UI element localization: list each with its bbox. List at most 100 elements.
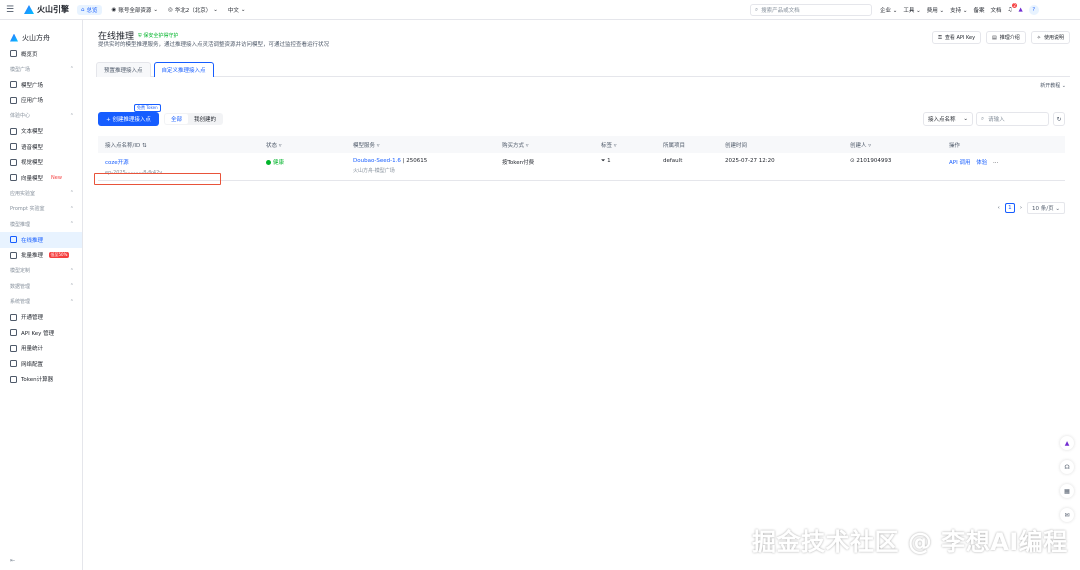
view-api-key-button[interactable]: ⚿ 查看 API Key xyxy=(932,31,982,44)
hamburger-menu-icon[interactable]: ☰ xyxy=(0,5,20,15)
sidebar-item[interactable]: 视觉模型 xyxy=(0,155,82,171)
try-link[interactable]: 体验 xyxy=(976,160,987,166)
sidebar-item-label: Token计算器 xyxy=(21,377,54,384)
tab-custom-endpoints[interactable]: 自定义推理接入点 xyxy=(153,62,214,77)
filter-search-input[interactable]: ⌕ 请输入 xyxy=(976,112,1049,126)
online-inference-icon xyxy=(10,236,17,244)
nav-link-support[interactable]: 支持 ⌄ xyxy=(950,6,967,14)
header-actions: ⚿ 查看 API Key ▤ 推理介绍 ✧ 使用说明 xyxy=(932,31,1070,44)
collapse-sidebar-icon[interactable]: ⇤ xyxy=(10,557,15,564)
region-selector[interactable]: ◎ 华北2（北京） ⌄ xyxy=(168,6,218,14)
table-toolbar: 免费 Token + 创建推理接入点 全部 我创建的 接入点名称 ⌄ ⌕ 请输入… xyxy=(98,104,1065,126)
endpoint-name-link[interactable]: coze开源 xyxy=(105,158,259,166)
sidebar-item[interactable]: 模型广场 xyxy=(0,77,82,93)
global-search-input[interactable]: ⌕ 搜索产品或文档 xyxy=(750,4,872,16)
column-header-model[interactable]: 模型服务 ▿ xyxy=(346,141,495,149)
nav-link-docs[interactable]: 文档 xyxy=(991,6,1002,14)
model-name-link[interactable]: Doubao-Seed-1.6 xyxy=(353,158,401,164)
create-endpoint-button[interactable]: + 创建推理接入点 xyxy=(98,112,159,126)
key-icon xyxy=(10,329,17,337)
check-circle-icon xyxy=(266,159,271,165)
column-label: 模型服务 xyxy=(353,142,376,149)
page-number[interactable]: 1 xyxy=(1004,203,1015,213)
next-page-icon[interactable]: › xyxy=(1020,205,1022,211)
column-header-actions: 操作 xyxy=(949,142,961,149)
home-button[interactable]: ⌂ 总览 xyxy=(77,4,102,15)
sidebar-item[interactable]: 批量推理 低至50% xyxy=(0,248,82,264)
chevron-down-icon: ⌄ xyxy=(153,6,158,13)
sidebar-item[interactable]: 网络配置 xyxy=(0,356,82,372)
batch-inference-icon xyxy=(10,251,17,259)
sidebar-item[interactable]: 文本模型 xyxy=(0,124,82,140)
volcengine-logo[interactable]: 火山引擎 xyxy=(24,4,69,15)
cell-status: 健康 xyxy=(259,158,346,166)
cell-creator: ⊙ 2101904993 xyxy=(843,158,942,164)
home-icon: ⌂ xyxy=(81,6,85,13)
button-label: 查看 API Key xyxy=(944,35,976,41)
sidebar-group-header[interactable]: 应用实验室 ⌃ xyxy=(0,186,82,202)
sidebar-group-header[interactable]: Prompt 实验室 ⌃ xyxy=(0,201,82,217)
inference-tabs: 预置推理接入点 自定义推理接入点 xyxy=(96,62,1070,77)
column-header-billing[interactable]: 购买方式 ▿ xyxy=(495,141,594,149)
inference-intro-button[interactable]: ▤ 推理介绍 xyxy=(986,31,1026,44)
cell-tags[interactable]: ⏷ 1 xyxy=(594,158,656,165)
assistant-icon[interactable]: ▲ xyxy=(1018,7,1022,13)
sidebar-group-header[interactable]: 系统管理 ⌃ xyxy=(0,294,82,310)
api-call-link[interactable]: API 调用 xyxy=(949,160,970,166)
nav-link-billing[interactable]: 费用 ⌄ xyxy=(927,6,944,14)
book-icon: ▤ xyxy=(992,34,997,41)
nav-link-tools[interactable]: 工具 ⌄ xyxy=(903,6,920,14)
sidebar-item[interactable]: 开通管理 xyxy=(0,310,82,326)
tag-icon: ⏷ xyxy=(601,158,606,164)
page-size-select[interactable]: 10 条/页 ⌄ xyxy=(1027,202,1065,214)
ai-assistant-icon[interactable]: ▲ xyxy=(1060,436,1074,450)
sidebar-item[interactable]: 概览页 xyxy=(0,46,82,62)
sidebar-item[interactable]: 应用广场 xyxy=(0,93,82,109)
prev-page-icon[interactable]: ‹ xyxy=(998,205,1000,211)
sidebar-group-header[interactable]: 模型广场 ⌃ xyxy=(0,62,82,78)
pagination: ‹ 1 › 10 条/页 ⌄ xyxy=(998,202,1065,214)
column-header-status[interactable]: 状态 ▿ xyxy=(259,141,346,149)
sidebar-brand[interactable]: 火山方舟 xyxy=(0,20,82,46)
sidebar-item[interactable]: API Key 管理 xyxy=(0,325,82,341)
usage-guide-button[interactable]: ✧ 使用说明 xyxy=(1030,31,1070,44)
language-selector[interactable]: 中文 ⌄ xyxy=(228,6,246,14)
nav-link-filing[interactable]: 备案 xyxy=(974,6,985,14)
feedback-icon[interactable]: ✉ xyxy=(1060,508,1074,522)
account-scope-selector[interactable]: ◉ 账号全部资源 ⌄ xyxy=(112,6,158,14)
filter-icon: ▿ xyxy=(868,142,872,149)
sidebar-item-label: 网络配置 xyxy=(21,361,44,368)
sidebar-group-header[interactable]: 数据管理 ⌃ xyxy=(0,279,82,295)
column-header-creator[interactable]: 创建人 ▿ xyxy=(843,141,942,149)
sidebar-item[interactable]: 在线推理 xyxy=(0,232,82,248)
sidebar-group-header[interactable]: 模型推理 ⌃ xyxy=(0,217,82,233)
search-icon: ⌕ xyxy=(755,6,759,13)
filter-all[interactable]: 全部 xyxy=(165,114,189,124)
user-avatar[interactable]: ? xyxy=(1028,5,1039,15)
more-actions-icon[interactable]: ··· xyxy=(993,160,998,166)
sidebar-group-header[interactable]: 模型定制 ⌃ xyxy=(0,263,82,279)
sidebar-item-tag: New xyxy=(51,174,62,181)
headset-icon[interactable]: ☊ xyxy=(1060,460,1074,474)
vector-model-icon xyxy=(10,174,17,182)
column-header-name[interactable]: 接入点名称/ID ⇅ xyxy=(98,141,259,149)
new-tutorial-link[interactable]: 新开教程 ⌄ xyxy=(1040,82,1066,89)
filter-field-select[interactable]: 接入点名称 ⌄ xyxy=(923,112,973,126)
button-label: 使用说明 xyxy=(1043,35,1064,41)
model-square-icon xyxy=(10,81,17,89)
column-header-tags[interactable]: 标签 ▿ xyxy=(594,141,656,149)
location-icon: ◎ xyxy=(167,6,173,13)
status-healthy: 健康 xyxy=(266,158,346,166)
filter-mine[interactable]: 我创建的 xyxy=(188,114,222,124)
watermark-text: 掘金技术社区 @ 李想AI编程 xyxy=(752,528,1068,556)
sidebar-group-header[interactable]: 体验中心 ⌃ xyxy=(0,108,82,124)
sidebar-item[interactable]: 用量统计 xyxy=(0,341,82,357)
notification-button[interactable]: ♫ 2 xyxy=(1008,3,1018,13)
document-icon[interactable]: ▦ xyxy=(1060,484,1074,498)
sidebar-item[interactable]: Token计算器 xyxy=(0,372,82,388)
sidebar-item[interactable]: 语音模型 xyxy=(0,139,82,155)
tab-preset-endpoints[interactable]: 预置推理接入点 xyxy=(96,62,151,77)
nav-link-enterprise[interactable]: 企业 ⌄ xyxy=(880,6,897,14)
sidebar-item[interactable]: 向量模型 New xyxy=(0,170,82,186)
refresh-button[interactable]: ↻ xyxy=(1053,112,1065,126)
